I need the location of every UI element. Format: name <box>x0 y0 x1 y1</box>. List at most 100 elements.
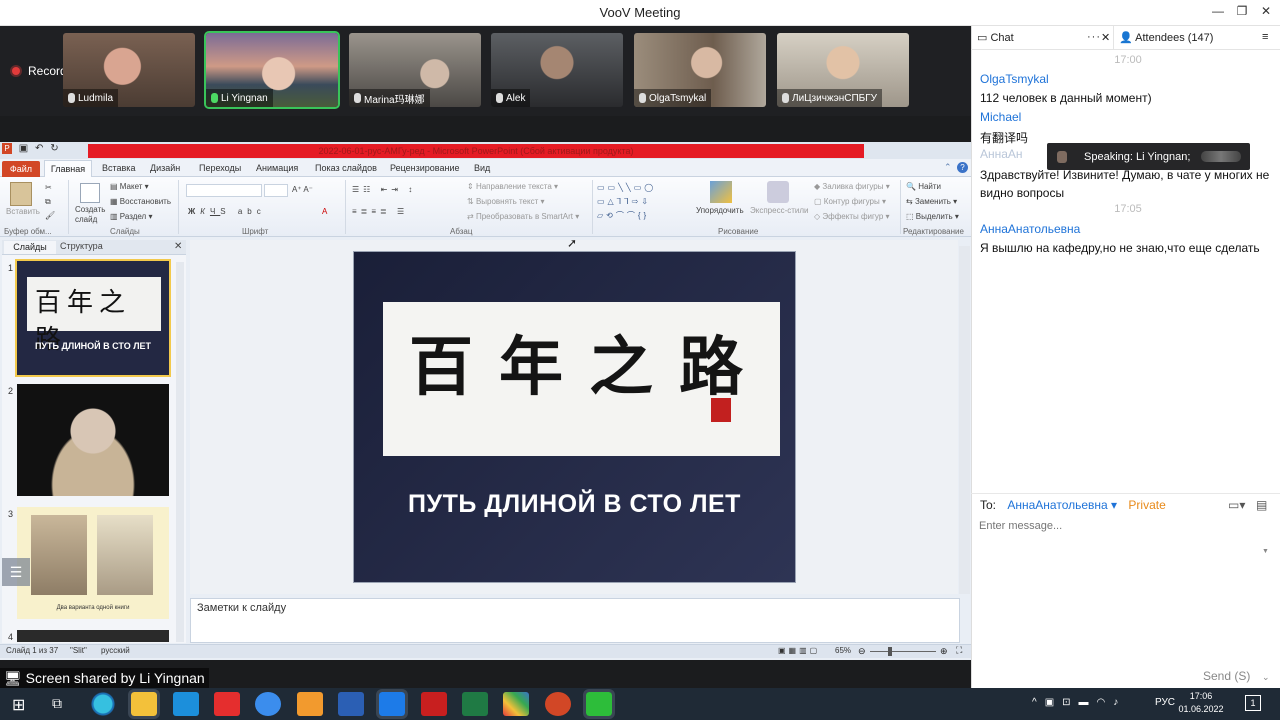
format-painter-icon[interactable]: 🖌 <box>45 211 55 220</box>
paste-button[interactable]: Вставить <box>6 207 40 216</box>
section-button[interactable]: ▥ Раздел ▾ <box>110 212 152 221</box>
participant-tile[interactable]: Alek <box>491 33 623 107</box>
message-sender[interactable]: OlgaTsmykal <box>980 72 1049 86</box>
font-size-box[interactable] <box>264 184 288 197</box>
copy-icon[interactable]: ⧉ <box>45 197 51 207</box>
create-slide-button[interactable]: Создать слайд <box>75 205 109 225</box>
new-slide-icon[interactable] <box>80 183 100 203</box>
zoom-in-icon[interactable]: ⊕ <box>940 646 948 657</box>
quick-styles-icon[interactable] <box>767 181 789 203</box>
align-text-button[interactable]: ⇅ Выровнять текст ▾ <box>467 197 545 206</box>
slide-thumbnail-selected[interactable]: 百年之路 ПУТЬ ДЛИНОЙ В СТО ЛЕТ <box>15 259 171 377</box>
font-name-box[interactable] <box>186 184 262 197</box>
tab-chat[interactable]: ▭ Chat <box>977 31 1014 44</box>
undo-icon[interactable]: ↶ <box>35 143 43 154</box>
participant-tile[interactable]: OlgaTsmykal <box>634 33 766 107</box>
menu-icon[interactable]: ≡ <box>1262 31 1268 43</box>
align-icons[interactable]: ≡≣≡≣ ☰ <box>352 207 408 216</box>
slide-thumbnail[interactable]: Два варианта одной книги <box>17 507 169 619</box>
excel-icon[interactable] <box>462 692 488 716</box>
scroll-arrow-icon[interactable]: ▼ <box>1262 548 1269 555</box>
tab-home[interactable]: Главная <box>44 160 92 178</box>
ppt-quick-access[interactable]: P ▣ ↶ ↻ <box>2 143 59 154</box>
zoom-slider[interactable] <box>870 651 936 652</box>
quick-styles-button[interactable]: Экспресс-стили <box>750 206 809 215</box>
powerpoint-icon[interactable] <box>545 692 571 716</box>
vivaldi-icon[interactable] <box>214 692 240 716</box>
tab-slideshow[interactable]: Показ слайдов <box>315 163 377 173</box>
message-input[interactable] <box>979 517 1269 535</box>
list-icons[interactable]: ☰☷ ⇤⇥ ↕ <box>352 185 416 194</box>
system-clock[interactable]: 17:06 01.06.2022 <box>1178 690 1224 716</box>
text-direction-button[interactable]: ⇕ Направление текста ▾ <box>467 182 558 191</box>
language-indicator[interactable]: РУС <box>1155 697 1175 708</box>
tab-review[interactable]: Рецензирование <box>390 163 460 173</box>
mail-icon[interactable] <box>173 692 199 716</box>
tab-attendees[interactable]: 👤 Attendees (147) <box>1119 31 1213 44</box>
font-format-icons[interactable]: ЖКЧS abc <box>188 207 266 216</box>
recipient-select[interactable]: АннаАнатольевна ▾ <box>1007 498 1117 512</box>
help-icon[interactable]: ? <box>957 162 968 173</box>
zoom-out-icon[interactable]: ⊖ <box>858 646 866 657</box>
participant-tile[interactable]: Marina玛琳娜 <box>349 33 481 107</box>
replace-button[interactable]: ⇆ Заменить ▾ <box>906 197 957 206</box>
send-button[interactable]: Send (S) <box>1203 669 1250 683</box>
arrange-button[interactable]: Упорядочить <box>696 206 744 215</box>
tab-file[interactable]: Файл <box>2 161 40 177</box>
file-icon[interactable]: ▭▾ <box>1228 498 1245 512</box>
tab-transitions[interactable]: Переходы <box>199 163 241 173</box>
shape-effects-button[interactable]: ◇ Эффекты фигур ▾ <box>814 212 890 221</box>
select-button[interactable]: ⬚ Выделить ▾ <box>906 212 959 221</box>
shape-outline-button[interactable]: ▢ Контур фигуры ▾ <box>814 197 886 206</box>
chat-close-icon[interactable]: ✕ <box>1101 31 1110 44</box>
tab-design[interactable]: Дизайн <box>150 163 180 173</box>
canvas-scrollbar[interactable] <box>959 246 970 594</box>
slide-thumbnail[interactable] <box>17 630 169 642</box>
shape-fill-button[interactable]: ◆ Заливка фигуры ▾ <box>814 182 890 191</box>
participant-tile-active[interactable]: Li Yingnan <box>204 31 340 109</box>
close-panel-icon[interactable]: ✕ <box>174 241 182 252</box>
app-icon[interactable] <box>297 692 323 716</box>
voov-meeting-icon[interactable] <box>376 689 408 719</box>
tab-animation[interactable]: Анимация <box>256 163 298 173</box>
app-icon[interactable] <box>503 692 529 716</box>
notes-pane[interactable] <box>190 598 960 643</box>
find-button[interactable]: 🔍 Найти <box>906 182 941 191</box>
send-options-icon[interactable]: ⌄ <box>1262 672 1270 683</box>
minimize-button[interactable]: — <box>1206 4 1230 22</box>
tab-slides[interactable]: Слайды <box>4 241 56 254</box>
notification-icon[interactable]: 1 <box>1245 695 1261 711</box>
shapes-gallery[interactable]: ▭▭╲╲▭◯ ▭△⅂⅂⇨⇩ ▱⟲⌒⌒{} <box>597 181 692 223</box>
message-sender[interactable]: Michael <box>980 110 1021 124</box>
word-icon[interactable] <box>338 692 364 716</box>
cut-icon[interactable]: ✂ <box>45 183 52 192</box>
slide-thumbnail[interactable] <box>17 384 169 496</box>
paste-icon[interactable] <box>10 182 32 206</box>
save-icon[interactable]: ▣ <box>19 143 28 154</box>
zoom-level[interactable]: 65% <box>835 646 851 655</box>
wechat-icon[interactable] <box>583 689 615 719</box>
tab-outline[interactable]: Структура <box>60 241 103 251</box>
font-grow-icon[interactable]: A⁺ A⁻ <box>292 185 313 194</box>
smartart-button[interactable]: ⇄ Преобразовать в SmartArt ▾ <box>467 212 579 221</box>
screenshot-icon[interactable]: ▤ <box>1256 498 1267 512</box>
restore-button[interactable]: ▦ Восстановить <box>110 197 171 206</box>
participant-tile[interactable]: Ludmila <box>63 33 195 107</box>
message-sender[interactable]: АннаАнатольевна <box>980 222 1080 236</box>
pdf-reader-icon[interactable] <box>421 692 447 716</box>
chat-more-icon[interactable]: ··· <box>1087 31 1101 43</box>
font-color-icon[interactable]: A <box>322 207 327 216</box>
participant-tile[interactable]: ЛиЦзичжэнСПБГУ <box>777 33 909 107</box>
fit-slide-icon[interactable]: ⛶ <box>956 645 962 656</box>
windows-start-icon[interactable]: ⊞ <box>12 695 25 715</box>
language-indicator[interactable]: русский <box>101 646 130 655</box>
redo-icon[interactable]: ↻ <box>50 143 58 154</box>
message-sender[interactable]: АннаАн <box>980 147 1023 161</box>
cloud-app-icon[interactable] <box>255 692 281 716</box>
tab-insert[interactable]: Вставка <box>102 163 135 173</box>
maximize-button[interactable]: ❐ <box>1230 4 1254 22</box>
edge-icon[interactable] <box>90 692 116 716</box>
layout-button[interactable]: ▤ Макет ▾ <box>110 182 149 191</box>
view-buttons[interactable]: ▣▦▥▢ <box>778 646 820 655</box>
floating-menu-icon[interactable]: ☰ <box>2 558 30 586</box>
